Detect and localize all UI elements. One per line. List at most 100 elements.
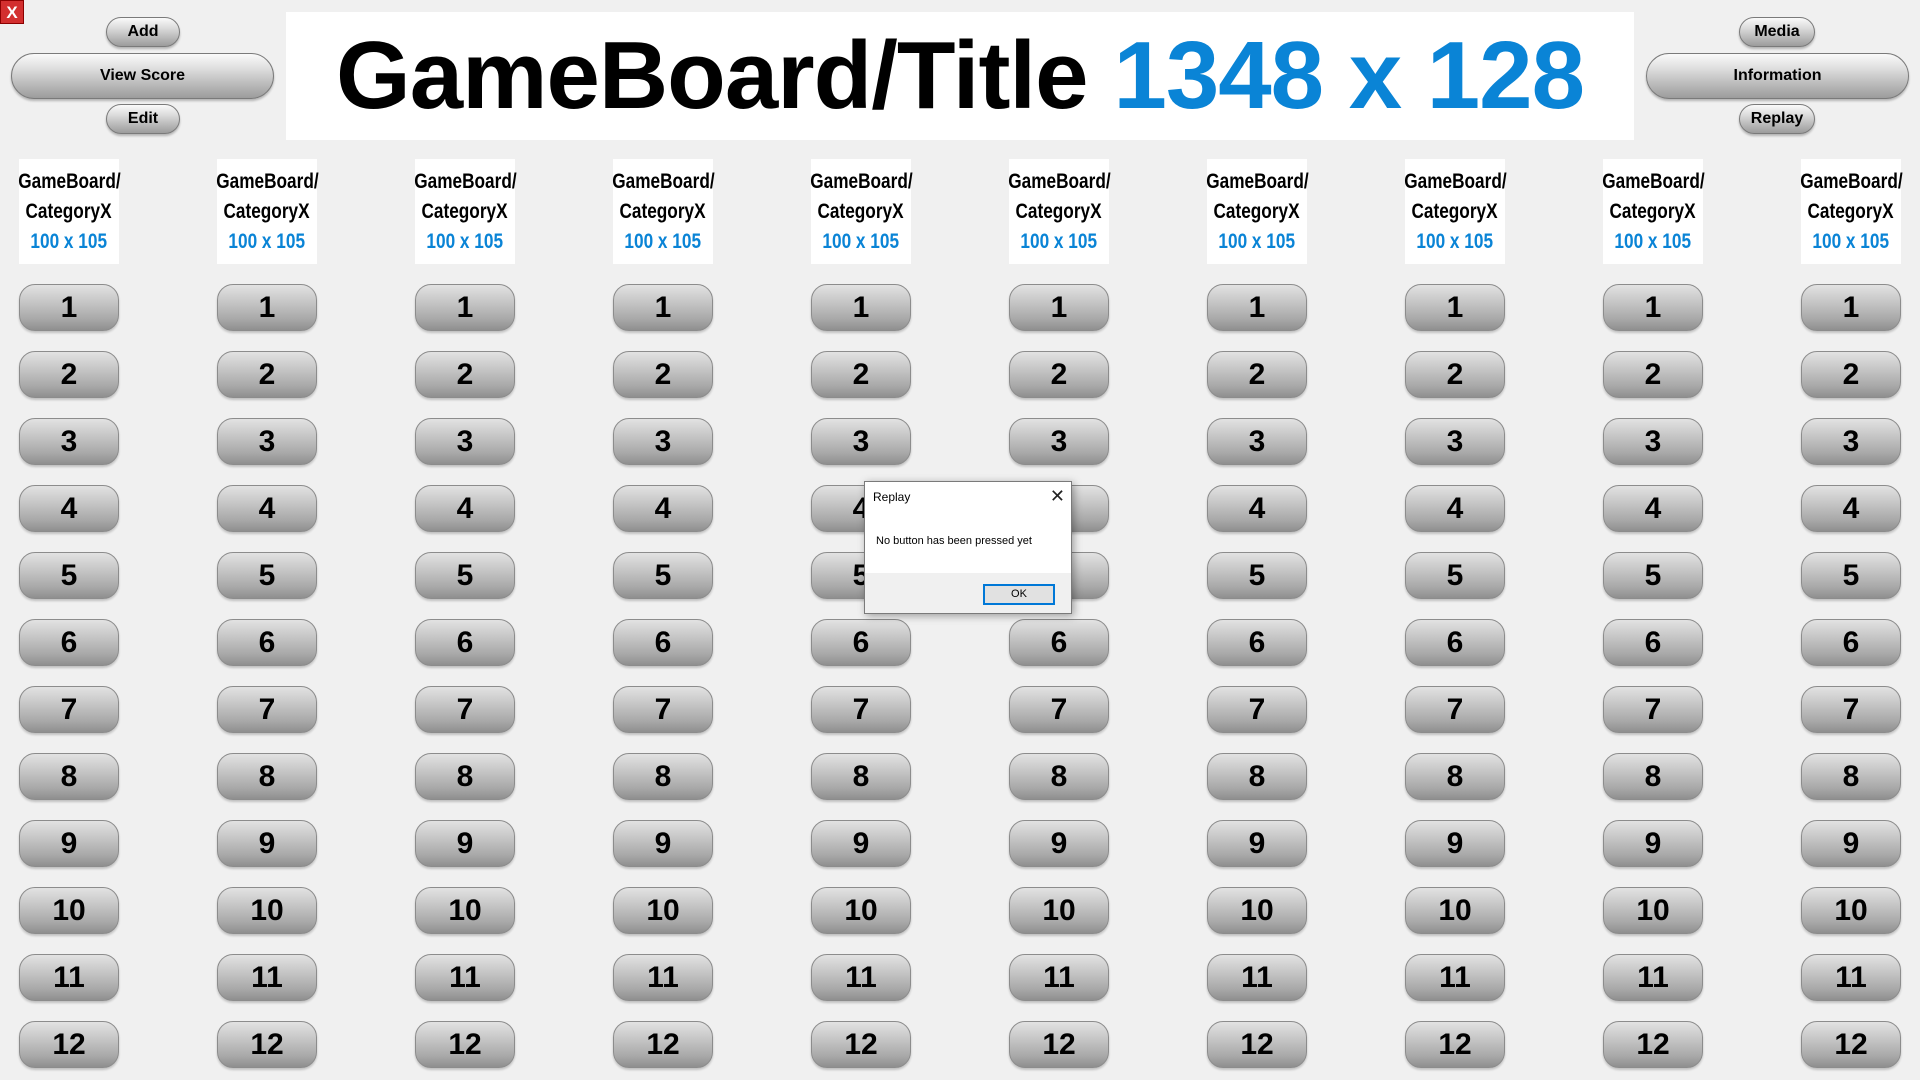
point-button[interactable]: 8 <box>613 753 713 800</box>
point-button[interactable]: 1 <box>1603 284 1703 331</box>
point-button[interactable]: 4 <box>1603 485 1703 532</box>
point-button[interactable]: 6 <box>1801 619 1901 666</box>
point-button[interactable]: 5 <box>19 552 119 599</box>
point-button[interactable]: 6 <box>19 619 119 666</box>
close-icon[interactable]: ✕ <box>1050 484 1065 508</box>
point-button[interactable]: 7 <box>1009 686 1109 733</box>
point-button[interactable]: 9 <box>415 820 515 867</box>
point-button[interactable]: 4 <box>19 485 119 532</box>
point-button[interactable]: 7 <box>19 686 119 733</box>
point-button[interactable]: 3 <box>1009 418 1109 465</box>
point-button[interactable]: 6 <box>415 619 515 666</box>
point-button[interactable]: 3 <box>1207 418 1307 465</box>
point-button[interactable]: 1 <box>811 284 911 331</box>
point-button[interactable]: 1 <box>1009 284 1109 331</box>
point-button[interactable]: 7 <box>415 686 515 733</box>
point-button[interactable]: 5 <box>1405 552 1505 599</box>
point-button[interactable]: 8 <box>811 753 911 800</box>
point-button[interactable]: 10 <box>1009 887 1109 934</box>
point-button[interactable]: 11 <box>1801 954 1901 1001</box>
point-button[interactable]: 6 <box>1207 619 1307 666</box>
point-button[interactable]: 10 <box>1603 887 1703 934</box>
point-button[interactable]: 12 <box>1207 1021 1307 1068</box>
point-button[interactable]: 9 <box>1405 820 1505 867</box>
point-button[interactable]: 10 <box>19 887 119 934</box>
point-button[interactable]: 12 <box>613 1021 713 1068</box>
point-button[interactable]: 12 <box>1009 1021 1109 1068</box>
point-button[interactable]: 11 <box>613 954 713 1001</box>
point-button[interactable]: 6 <box>1009 619 1109 666</box>
point-button[interactable]: 2 <box>19 351 119 398</box>
point-button[interactable]: 8 <box>1405 753 1505 800</box>
point-button[interactable]: 1 <box>1207 284 1307 331</box>
point-button[interactable]: 5 <box>1603 552 1703 599</box>
point-button[interactable]: 2 <box>811 351 911 398</box>
point-button[interactable]: 10 <box>613 887 713 934</box>
point-button[interactable]: 7 <box>613 686 713 733</box>
ok-button[interactable]: OK <box>983 584 1055 605</box>
point-button[interactable]: 2 <box>217 351 317 398</box>
point-button[interactable]: 6 <box>1603 619 1703 666</box>
point-button[interactable]: 10 <box>811 887 911 934</box>
point-button[interactable]: 12 <box>415 1021 515 1068</box>
point-button[interactable]: 1 <box>415 284 515 331</box>
edit-button[interactable]: Edit <box>106 104 180 134</box>
point-button[interactable]: 8 <box>217 753 317 800</box>
point-button[interactable]: 2 <box>1801 351 1901 398</box>
point-button[interactable]: 7 <box>217 686 317 733</box>
point-button[interactable]: 5 <box>1801 552 1901 599</box>
point-button[interactable]: 10 <box>1405 887 1505 934</box>
point-button[interactable]: 2 <box>1009 351 1109 398</box>
point-button[interactable]: 9 <box>1603 820 1703 867</box>
point-button[interactable]: 3 <box>811 418 911 465</box>
point-button[interactable]: 3 <box>415 418 515 465</box>
point-button[interactable]: 9 <box>1009 820 1109 867</box>
point-button[interactable]: 5 <box>217 552 317 599</box>
point-button[interactable]: 4 <box>1801 485 1901 532</box>
point-button[interactable]: 1 <box>1405 284 1505 331</box>
point-button[interactable]: 5 <box>613 552 713 599</box>
point-button[interactable]: 3 <box>217 418 317 465</box>
point-button[interactable]: 10 <box>217 887 317 934</box>
point-button[interactable]: 11 <box>19 954 119 1001</box>
point-button[interactable]: 3 <box>1801 418 1901 465</box>
point-button[interactable]: 4 <box>1207 485 1307 532</box>
point-button[interactable]: 10 <box>1801 887 1901 934</box>
point-button[interactable]: 12 <box>1603 1021 1703 1068</box>
point-button[interactable]: 9 <box>19 820 119 867</box>
point-button[interactable]: 11 <box>1207 954 1307 1001</box>
point-button[interactable]: 11 <box>1603 954 1703 1001</box>
point-button[interactable]: 7 <box>811 686 911 733</box>
point-button[interactable]: 8 <box>1603 753 1703 800</box>
point-button[interactable]: 2 <box>1207 351 1307 398</box>
replay-button[interactable]: Replay <box>1739 104 1815 134</box>
point-button[interactable]: 6 <box>1405 619 1505 666</box>
point-button[interactable]: 9 <box>217 820 317 867</box>
point-button[interactable]: 1 <box>613 284 713 331</box>
point-button[interactable]: 2 <box>1603 351 1703 398</box>
point-button[interactable]: 9 <box>613 820 713 867</box>
media-button[interactable]: Media <box>1739 17 1815 47</box>
point-button[interactable]: 4 <box>415 485 515 532</box>
point-button[interactable]: 8 <box>1207 753 1307 800</box>
point-button[interactable]: 11 <box>415 954 515 1001</box>
point-button[interactable]: 9 <box>811 820 911 867</box>
point-button[interactable]: 5 <box>415 552 515 599</box>
point-button[interactable]: 8 <box>19 753 119 800</box>
point-button[interactable]: 12 <box>811 1021 911 1068</box>
point-button[interactable]: 2 <box>1405 351 1505 398</box>
point-button[interactable]: 4 <box>217 485 317 532</box>
point-button[interactable]: 4 <box>613 485 713 532</box>
point-button[interactable]: 1 <box>19 284 119 331</box>
point-button[interactable]: 6 <box>613 619 713 666</box>
point-button[interactable]: 8 <box>1801 753 1901 800</box>
point-button[interactable]: 10 <box>1207 887 1307 934</box>
point-button[interactable]: 9 <box>1801 820 1901 867</box>
point-button[interactable]: 11 <box>811 954 911 1001</box>
point-button[interactable]: 4 <box>1405 485 1505 532</box>
point-button[interactable]: 3 <box>1603 418 1703 465</box>
point-button[interactable]: 7 <box>1207 686 1307 733</box>
point-button[interactable]: 8 <box>415 753 515 800</box>
add-button[interactable]: Add <box>106 17 180 47</box>
point-button[interactable]: 6 <box>811 619 911 666</box>
